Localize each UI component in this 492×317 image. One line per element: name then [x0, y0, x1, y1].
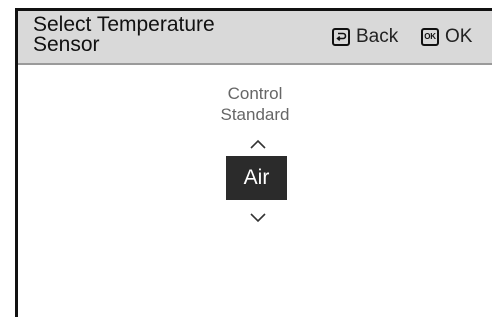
- title-line-1: Select Temperature: [33, 13, 215, 36]
- ok-key-icon: OK: [421, 28, 439, 46]
- ok-key-glyph: OK: [424, 32, 436, 41]
- back-key-icon: [332, 28, 350, 46]
- ok-label: OK: [445, 26, 473, 47]
- ok-button[interactable]: OK OK: [421, 25, 472, 49]
- chevron-up-icon[interactable]: [248, 137, 268, 149]
- chevron-down-icon[interactable]: [248, 211, 268, 223]
- title-line-2: Sensor: [33, 33, 100, 56]
- previous-option-line-1: Control: [227, 84, 283, 103]
- header-bar: Select Temperature Sensor Back OK OK: [18, 11, 492, 65]
- back-label: Back: [356, 26, 399, 47]
- selected-option[interactable]: Air: [226, 156, 287, 200]
- selected-option-label: Air: [243, 166, 270, 189]
- previous-option-line-2: Standard: [220, 105, 290, 124]
- back-button[interactable]: Back: [332, 25, 398, 49]
- device-screen: Select Temperature Sensor Back OK OK Con…: [15, 8, 492, 317]
- previous-option[interactable]: Control Standard: [18, 83, 492, 125]
- page-title: Select Temperature Sensor: [33, 13, 293, 56]
